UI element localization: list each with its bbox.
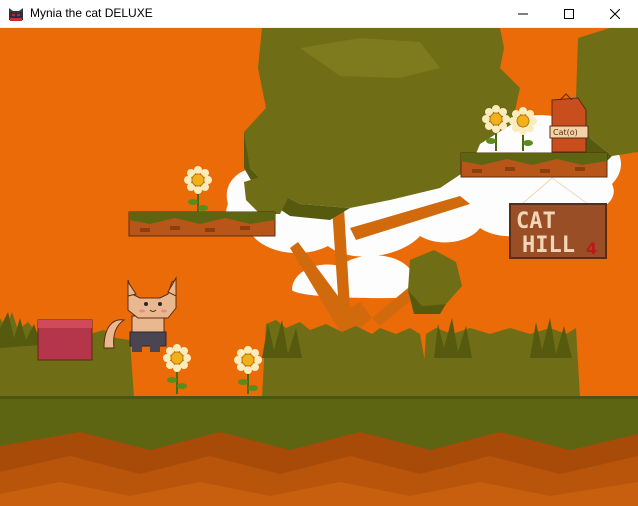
sign-line1: CAT — [516, 209, 556, 234]
red-crate — [37, 319, 93, 361]
title-bar[interactable]: Mynia the cat DELUXE — [0, 0, 638, 28]
sign-number: 4 — [586, 239, 597, 258]
maximize-button[interactable] — [546, 0, 592, 28]
game-viewport[interactable]: CAT HILL 4 Cat(o) — [0, 28, 638, 506]
cat-face-icon — [8, 6, 24, 22]
game-scene: CAT HILL 4 Cat(o) — [0, 28, 638, 506]
close-icon — [610, 9, 620, 19]
window-title: Mynia the cat DELUXE — [30, 6, 153, 20]
platform-right — [460, 152, 608, 178]
close-button[interactable] — [592, 0, 638, 28]
minimize-icon — [518, 13, 528, 15]
maximize-icon — [564, 9, 574, 19]
sign-line2: HILL — [522, 233, 575, 258]
game-window: Mynia the cat DELUXE CAT HILL 4 Cat(o) — [0, 0, 638, 506]
platform-left — [128, 211, 276, 237]
minimize-button[interactable] — [500, 0, 546, 28]
ground — [0, 396, 638, 506]
bag-label: Cat(o) — [553, 128, 578, 137]
